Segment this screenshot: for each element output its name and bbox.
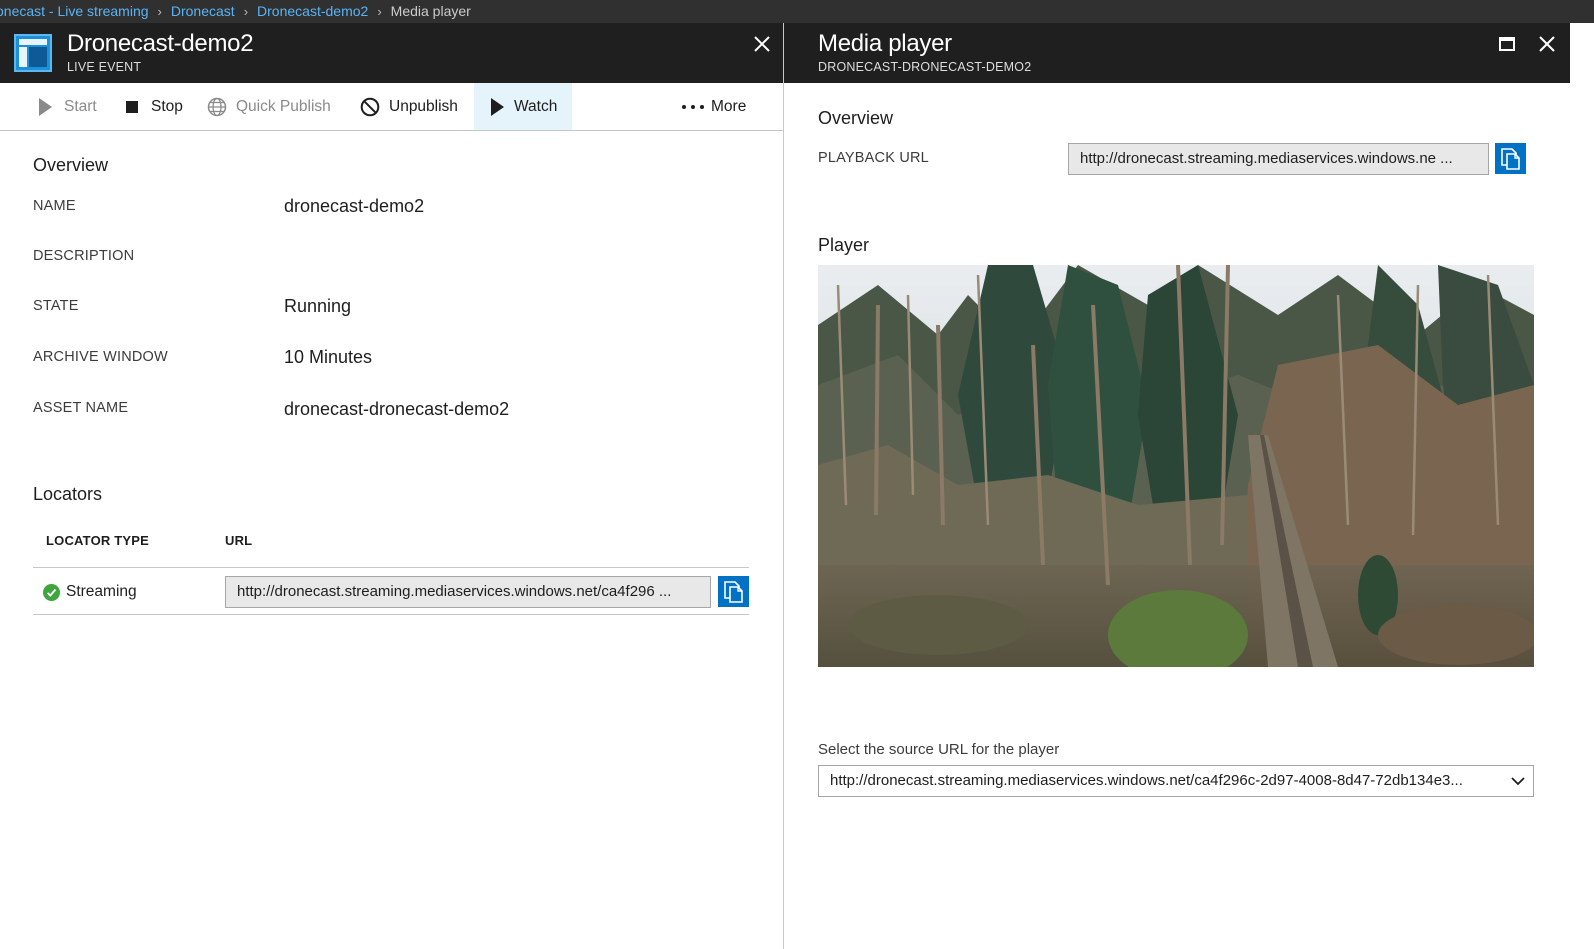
start-button[interactable]: Start xyxy=(34,83,97,130)
table-row-divider xyxy=(33,614,749,615)
watch-button[interactable]: Watch xyxy=(474,83,572,130)
quick-publish-label: Quick Publish xyxy=(236,97,331,115)
archive-window-label: ARCHIVE WINDOW xyxy=(33,349,168,365)
more-button[interactable]: More xyxy=(681,83,746,130)
breadcrumb-link-dronecast[interactable]: Dronecast xyxy=(171,3,235,19)
blade-header: Dronecast-demo2 LIVE EVENT xyxy=(0,23,783,83)
copy-playback-url-button[interactable] xyxy=(1495,143,1526,174)
unpublish-button[interactable]: Unpublish xyxy=(359,83,458,130)
player-heading: Player xyxy=(818,235,870,255)
start-label: Start xyxy=(64,97,97,115)
live-event-blade: Dronecast-demo2 LIVE EVENT Start Stop Qu… xyxy=(0,23,783,949)
copy-locator-url-button[interactable] xyxy=(718,576,749,607)
asset-name-value: dronecast-dronecast-demo2 xyxy=(284,399,510,419)
asset-name-label: ASSET NAME xyxy=(33,400,129,416)
more-icon xyxy=(681,104,705,110)
stop-button[interactable]: Stop xyxy=(121,83,183,130)
blade-title: Media player xyxy=(818,30,952,57)
archive-window-value: 10 Minutes xyxy=(284,347,373,367)
close-blade-button[interactable] xyxy=(1535,32,1559,56)
chevron-right-icon: › xyxy=(243,4,249,19)
locator-url-field[interactable]: http://dronecast.streaming.mediaservices… xyxy=(225,576,711,608)
blade-subtitle: DRONECAST-DRONECAST-DEMO2 xyxy=(818,60,1032,74)
close-blade-button[interactable] xyxy=(750,32,774,56)
scroll-gutter xyxy=(1570,23,1594,949)
blade-header: Media player DRONECAST-DRONECAST-DEMO2 xyxy=(784,23,1570,83)
play-icon xyxy=(488,97,506,117)
table-header-divider xyxy=(33,567,749,568)
blade-title: Dronecast-demo2 xyxy=(67,30,254,57)
stop-label: Stop xyxy=(151,97,183,115)
copy-icon xyxy=(723,580,743,603)
maximize-blade-button[interactable] xyxy=(1495,32,1519,56)
live-event-icon xyxy=(14,34,52,77)
play-icon xyxy=(34,97,56,117)
unpublish-label: Unpublish xyxy=(389,97,458,115)
column-header-url: URL xyxy=(225,533,253,548)
description-label: DESCRIPTION xyxy=(33,248,135,264)
globe-icon xyxy=(206,97,228,117)
stop-icon xyxy=(121,100,143,114)
overview-heading: Overview xyxy=(818,108,894,128)
state-value: Running xyxy=(284,296,352,316)
copy-icon xyxy=(1500,147,1520,170)
name-label: NAME xyxy=(33,198,76,214)
source-url-select[interactable]: http://dronecast.streaming.mediaservices… xyxy=(818,765,1534,797)
breadcrumb: onecast - Live streaming › Dronecast › Drone… xyxy=(0,0,1594,23)
column-header-locator-type: LOCATOR TYPE xyxy=(46,533,150,548)
more-label: More xyxy=(711,97,747,115)
command-bar: Start Stop Quick Publish Unpublish Watch… xyxy=(0,83,783,131)
breadcrumb-link-dronecast-demo2[interactable]: Dronecast-demo2 xyxy=(257,3,368,19)
video-player[interactable] xyxy=(818,265,1534,667)
source-url-selected: http://dronecast.streaming.mediaservices… xyxy=(830,772,1463,789)
block-icon xyxy=(359,97,381,117)
watch-label: Watch xyxy=(514,97,558,115)
checkmark-icon xyxy=(43,584,60,601)
locators-heading: Locators xyxy=(33,484,103,504)
source-url-label: Select the source URL for the player xyxy=(818,741,1060,758)
forest-video-frame xyxy=(818,265,1534,667)
overview-heading: Overview xyxy=(33,155,109,175)
state-label: STATE xyxy=(33,298,79,314)
chevron-down-icon xyxy=(1511,766,1525,796)
locator-type-value: Streaming xyxy=(66,583,137,600)
blade-subtitle: LIVE EVENT xyxy=(67,60,142,74)
chevron-right-icon: › xyxy=(377,4,382,19)
playback-url-field[interactable]: http://dronecast.streaming.mediaservices… xyxy=(1068,143,1489,175)
maximize-icon xyxy=(1499,37,1515,51)
name-value: dronecast-demo2 xyxy=(284,196,425,216)
close-icon xyxy=(1539,36,1555,52)
chevron-right-icon: › xyxy=(157,4,162,19)
quick-publish-button[interactable]: Quick Publish xyxy=(206,83,331,130)
breadcrumb-link-live-streaming[interactable]: onecast - Live streaming xyxy=(0,3,149,19)
media-player-blade: Media player DRONECAST-DRONECAST-DEMO2 O… xyxy=(784,23,1570,949)
playback-url-label: PLAYBACK URL xyxy=(818,150,929,166)
breadcrumb-current: Media player xyxy=(390,3,471,19)
close-icon xyxy=(754,36,770,52)
